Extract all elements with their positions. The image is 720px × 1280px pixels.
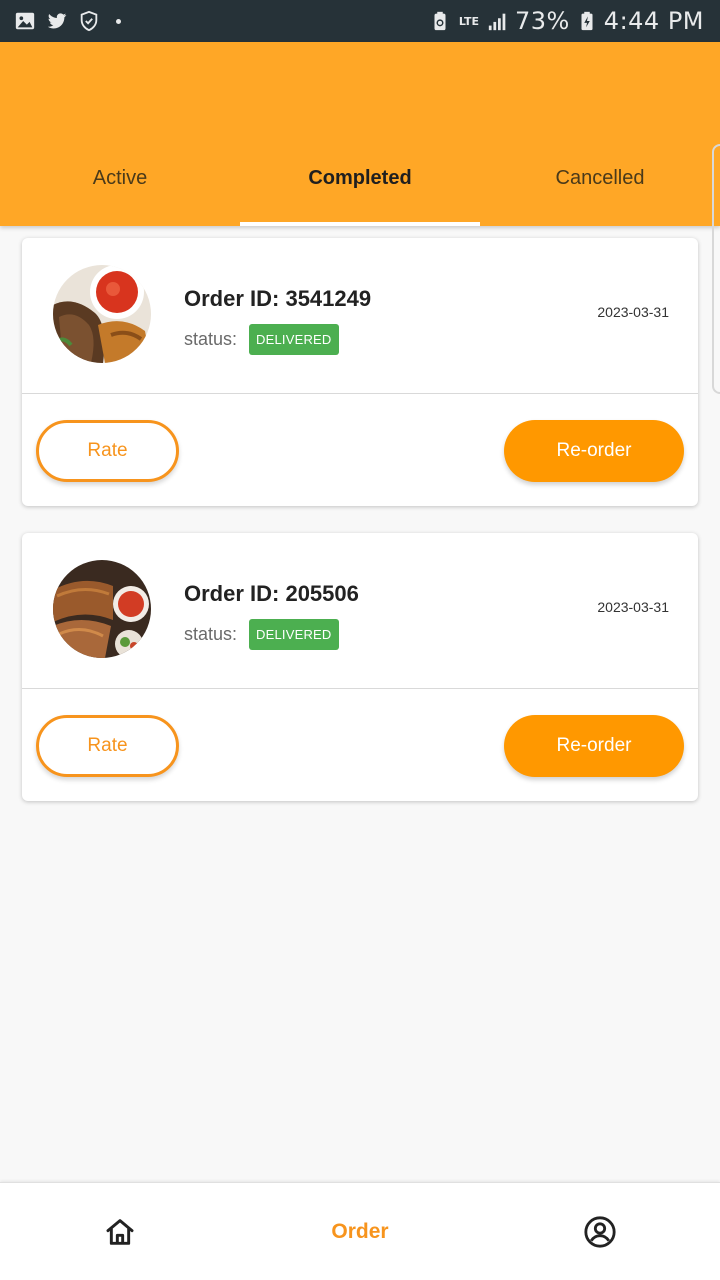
- nav-home[interactable]: [0, 1183, 240, 1280]
- order-date: 2023-03-31: [597, 304, 669, 320]
- rate-button[interactable]: Rate: [36, 420, 179, 482]
- dot-icon: [116, 18, 121, 24]
- home-icon: [106, 1218, 134, 1245]
- bottom-navigation: Order: [0, 1182, 720, 1280]
- order-card-actions: Rate Re-order: [22, 689, 698, 801]
- order-status-row: status: DELIVERED: [184, 324, 339, 355]
- app-header: Active Completed Cancelled: [0, 42, 720, 226]
- order-card-actions: Rate Re-order: [22, 394, 698, 506]
- status-badge: DELIVERED: [249, 324, 339, 355]
- order-id: Order ID: 3541249: [184, 286, 372, 311]
- order-id: Order ID: 205506: [184, 581, 359, 606]
- signal-icon: [488, 13, 506, 31]
- battery-saver-icon: [434, 11, 446, 31]
- gallery-icon: [15, 12, 35, 30]
- shield-icon: [80, 10, 98, 32]
- nav-profile[interactable]: [480, 1183, 720, 1280]
- order-card-details: Order ID: 3541249 status: DELIVERED 2023…: [22, 238, 698, 394]
- status-bar: LTE 73% 4:44 PM: [0, 0, 720, 42]
- status-label: status:: [184, 624, 238, 644]
- order-tabs: Active Completed Cancelled: [0, 134, 720, 226]
- status-bar-notifications: [14, 9, 121, 33]
- tab-cancelled[interactable]: Cancelled: [480, 134, 720, 226]
- order-food-image: [53, 560, 151, 658]
- reorder-button[interactable]: Re-order: [504, 420, 684, 482]
- battery-charging-icon: [581, 11, 593, 31]
- tab-label: Active: [92, 167, 148, 189]
- status-badge: DELIVERED: [249, 619, 339, 650]
- order-date: 2023-03-31: [597, 599, 669, 615]
- account-circle-icon: [584, 1215, 616, 1248]
- order-card: Order ID: 3541249 status: DELIVERED 2023…: [22, 238, 698, 506]
- tab-active[interactable]: Active: [0, 134, 240, 226]
- tab-completed[interactable]: Completed: [240, 134, 480, 226]
- tab-label: Cancelled: [555, 167, 645, 189]
- order-food-image: [53, 265, 151, 363]
- reorder-button[interactable]: Re-order: [504, 715, 684, 777]
- edge-panel-handle[interactable]: [712, 144, 720, 394]
- nav-order[interactable]: Order: [240, 1183, 480, 1280]
- network-type: LTE: [458, 14, 480, 28]
- status-bar-system: LTE 73% 4:44 PM: [429, 6, 704, 36]
- battery-percentage: 73%: [514, 7, 570, 35]
- order-card: Order ID: 205506 status: DELIVERED 2023-…: [22, 533, 698, 801]
- status-label: status:: [184, 329, 238, 349]
- order-status-row: status: DELIVERED: [184, 619, 339, 650]
- order-card-details: Order ID: 205506 status: DELIVERED 2023-…: [22, 533, 698, 689]
- nav-order-label: Order: [331, 1219, 389, 1243]
- twitter-icon: [47, 13, 67, 29]
- rate-button[interactable]: Rate: [36, 715, 179, 777]
- clock: 4:44 PM: [603, 7, 704, 35]
- tab-label: Completed: [308, 167, 412, 189]
